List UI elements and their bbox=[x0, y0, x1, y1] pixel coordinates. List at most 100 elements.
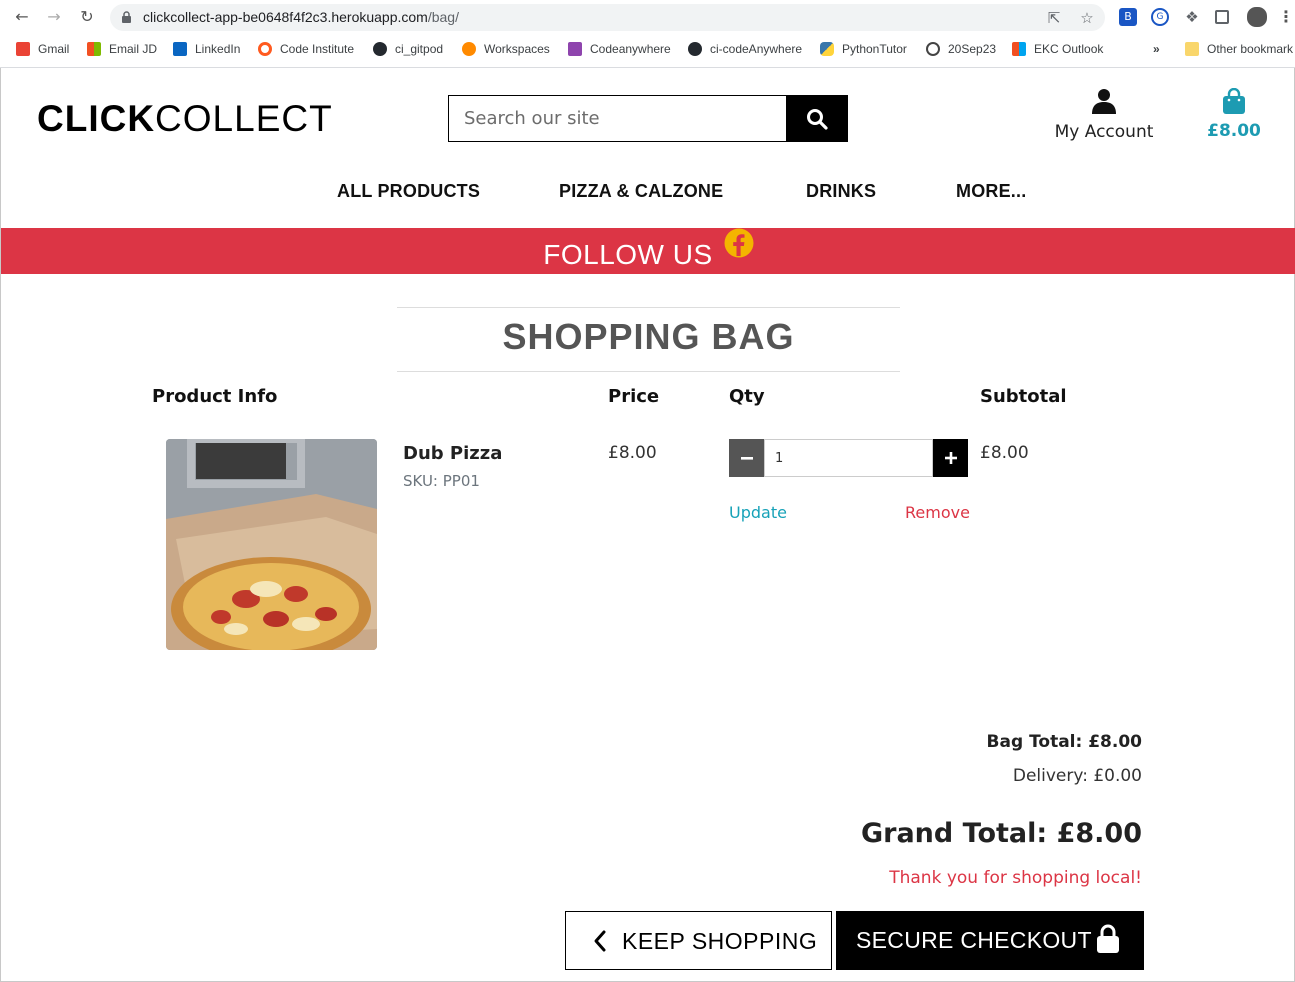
keep-shopping-label: KEEP SHOPPING bbox=[622, 928, 818, 954]
microsoft-icon bbox=[1012, 42, 1026, 56]
column-header-product-info: Product Info bbox=[152, 386, 278, 407]
lock-icon bbox=[1097, 924, 1119, 953]
main-nav: ALL PRODUCTS PIZZA & CALZONE DRINKS MORE… bbox=[1, 181, 1295, 205]
plus-icon bbox=[944, 452, 957, 464]
my-account-link[interactable]: My Account bbox=[1041, 88, 1167, 142]
increment-qty-button[interactable] bbox=[933, 439, 968, 477]
side-panel-icon[interactable] bbox=[1215, 10, 1229, 24]
bookmark-ci-codeanywhere[interactable]: ci-codeAnywhere bbox=[688, 41, 802, 57]
nav-more[interactable]: MORE... bbox=[956, 181, 1026, 202]
follow-us-text: FOLLOW US bbox=[543, 239, 713, 270]
bookmarks-overflow-button[interactable]: » bbox=[1153, 41, 1160, 57]
column-header-price: Price bbox=[608, 386, 660, 407]
bookmark-label: ci_gitpod bbox=[395, 42, 444, 56]
shopping-bag-icon bbox=[1223, 87, 1245, 114]
title-rule-bottom bbox=[397, 371, 900, 372]
user-icon bbox=[1092, 89, 1116, 114]
forward-icon[interactable]: → bbox=[44, 7, 64, 27]
profile-avatar-icon[interactable] bbox=[1247, 7, 1267, 27]
quantity-input[interactable] bbox=[764, 439, 933, 477]
search-button[interactable] bbox=[786, 96, 847, 141]
page-title: SHOPPING BAG bbox=[502, 316, 795, 357]
column-header-subtotal: Subtotal bbox=[980, 386, 1067, 407]
gitpod-icon bbox=[462, 42, 476, 56]
folder-icon bbox=[1185, 42, 1199, 56]
other-bookmarks-folder[interactable]: Other bookmark bbox=[1185, 41, 1293, 57]
bookmark-label: LinkedIn bbox=[195, 42, 241, 56]
url-host: clickcollect-app-be0648f4f2c3.herokuapp.… bbox=[143, 9, 428, 25]
bookmark-label: 20Sep23 bbox=[948, 42, 997, 56]
remove-link[interactable]: Remove bbox=[905, 503, 970, 522]
checkout-label: SECURE CHECKOUT bbox=[856, 927, 1092, 953]
reload-icon[interactable]: ↻ bbox=[77, 7, 97, 27]
browser-toolbar: ← → ↻ clickcollect-app-be0648f4f2c3.hero… bbox=[0, 0, 1295, 34]
chevron-left-icon bbox=[594, 930, 606, 952]
keep-shopping-button[interactable]: KEEP SHOPPING bbox=[565, 911, 832, 970]
kebab-menu-icon[interactable]: ⋮ bbox=[1278, 7, 1294, 27]
follow-us-banner[interactable]: FOLLOW US bbox=[1, 228, 1295, 274]
bookmark-pythontutor[interactable]: PythonTutor bbox=[820, 41, 907, 57]
bookmark-linkedin[interactable]: LinkedIn bbox=[173, 41, 240, 57]
nav-drinks[interactable]: DRINKS bbox=[806, 181, 876, 202]
python-icon bbox=[820, 42, 834, 56]
back-icon[interactable]: ← bbox=[12, 7, 32, 27]
site-logo[interactable]: CLICKCOLLECT bbox=[37, 98, 333, 140]
thank-you-message: Thank you for shopping local! bbox=[889, 868, 1142, 888]
bag-total: Bag Total: £8.00 bbox=[986, 732, 1142, 752]
quantity-stepper bbox=[729, 439, 968, 477]
bookmark-label: Codeanywhere bbox=[590, 42, 671, 56]
bookmark-label: Other bookmark bbox=[1207, 42, 1294, 56]
share-icon[interactable]: ⇱ bbox=[1046, 10, 1062, 26]
bookmark-label: EKC Outlook bbox=[1034, 42, 1104, 56]
history-icon bbox=[926, 42, 940, 56]
facebook-icon[interactable] bbox=[724, 228, 754, 258]
bookmark-label: ci-codeAnywhere bbox=[710, 42, 803, 56]
bookmark-label: Code Institute bbox=[280, 42, 355, 56]
address-bar[interactable]: clickcollect-app-be0648f4f2c3.herokuapp.… bbox=[110, 4, 1105, 31]
bookmark-codeanywhere[interactable]: Codeanywhere bbox=[568, 41, 671, 57]
bookmarks-bar: Gmail Email JD LinkedIn Code Institute c… bbox=[0, 34, 1295, 64]
bag-link[interactable]: £8.00 bbox=[1201, 87, 1267, 141]
bookmark-code-institute[interactable]: Code Institute bbox=[258, 41, 354, 57]
github-icon bbox=[373, 42, 387, 56]
star-icon[interactable]: ☆ bbox=[1079, 10, 1095, 26]
bookmark-label: Email JD bbox=[109, 42, 158, 56]
password-manager-icon[interactable]: G bbox=[1151, 8, 1169, 26]
bookmark-20sep23[interactable]: 20Sep23 bbox=[926, 41, 996, 57]
bookmark-label: Gmail bbox=[38, 42, 70, 56]
puzzle-icon[interactable]: ❖ bbox=[1183, 8, 1201, 26]
url-text: clickcollect-app-be0648f4f2c3.herokuapp.… bbox=[143, 9, 459, 25]
nav-pizza-calzone[interactable]: PIZZA & CALZONE bbox=[559, 181, 723, 202]
bookmark-label: Workspaces bbox=[484, 42, 550, 56]
search-icon bbox=[806, 108, 828, 130]
bookmark-ekc-outlook[interactable]: EKC Outlook bbox=[1012, 41, 1103, 57]
microsoft-icon bbox=[87, 42, 101, 56]
extension-icon[interactable]: B bbox=[1119, 8, 1137, 26]
secure-checkout-button[interactable]: SECURE CHECKOUT bbox=[836, 911, 1144, 970]
product-price: £8.00 bbox=[608, 443, 657, 463]
gmail-icon bbox=[16, 42, 30, 56]
update-link[interactable]: Update bbox=[729, 503, 787, 522]
product-image bbox=[166, 439, 377, 650]
column-header-qty: Qty bbox=[729, 386, 765, 407]
bookmark-label: PythonTutor bbox=[842, 42, 907, 56]
codeanywhere-icon bbox=[568, 42, 582, 56]
bookmark-ci-gitpod[interactable]: ci_gitpod bbox=[373, 41, 443, 57]
linkedin-icon bbox=[173, 42, 187, 56]
grand-total: Grand Total: £8.00 bbox=[860, 818, 1142, 849]
github-icon bbox=[688, 42, 702, 56]
nav-all-products[interactable]: ALL PRODUCTS bbox=[337, 181, 480, 202]
lock-icon bbox=[122, 11, 131, 23]
bookmark-workspaces[interactable]: Workspaces bbox=[462, 41, 550, 57]
bookmark-gmail[interactable]: Gmail bbox=[16, 41, 69, 57]
title-rule-top bbox=[397, 307, 900, 308]
decrement-qty-button[interactable] bbox=[729, 439, 764, 477]
bookmark-email-jd[interactable]: Email JD bbox=[87, 41, 157, 57]
product-name: Dub Pizza bbox=[403, 443, 503, 464]
logo-bold-text: CLICK bbox=[37, 98, 156, 139]
minus-icon bbox=[740, 457, 753, 460]
url-path: /bag/ bbox=[427, 9, 459, 25]
delivery-cost: Delivery: £0.00 bbox=[1012, 766, 1142, 786]
search-input[interactable] bbox=[449, 96, 787, 141]
product-sku: SKU: PP01 bbox=[403, 472, 480, 490]
